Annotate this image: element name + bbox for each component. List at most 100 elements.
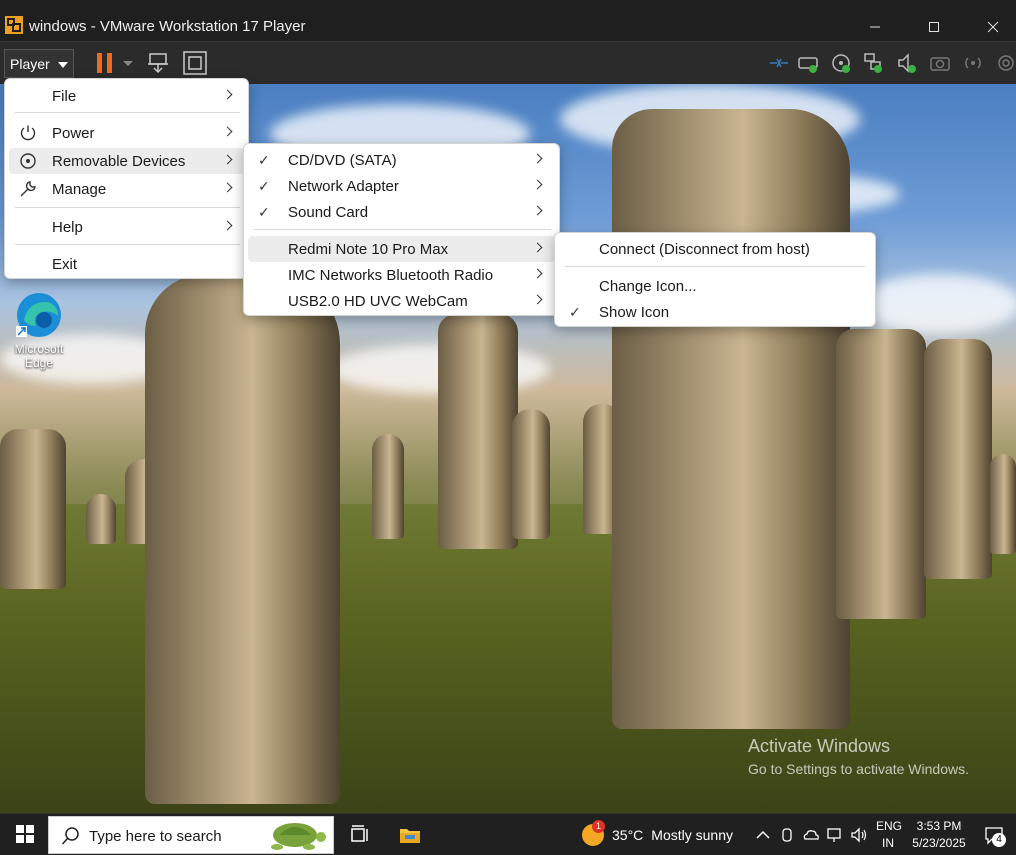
maximize-button[interactable] <box>906 12 961 41</box>
menu-item-label: USB2.0 HD UVC WebCam <box>288 292 468 310</box>
sun-icon: 1 <box>582 820 605 846</box>
window-title: windows - VMware Workstation 17 Player <box>29 18 306 35</box>
menu-separator <box>565 266 865 267</box>
checkmark-icon: ✓ <box>569 304 581 320</box>
weather-temperature: 35°C <box>612 827 644 843</box>
minimize-button[interactable] <box>847 12 902 41</box>
windows-start-icon[interactable] <box>15 824 35 844</box>
menu-item-removable-devices[interactable]: Removable Devices <box>9 148 245 174</box>
dropdown-icon[interactable] <box>122 52 134 74</box>
title-bar: windows - VMware Workstation 17 Player <box>0 0 1016 41</box>
menu-separator <box>254 229 551 230</box>
menu-item-bluetooth-radio[interactable]: IMC Networks Bluetooth Radio <box>248 262 556 288</box>
wireless-icon[interactable] <box>962 52 984 74</box>
menu-item-label: File <box>52 87 77 105</box>
menu-item-label: Removable Devices <box>52 152 186 170</box>
menu-item-cd-dvd[interactable]: ✓ CD/DVD (SATA) <box>248 147 556 173</box>
settings-icon[interactable] <box>995 52 1016 74</box>
edge-icon[interactable] <box>14 290 64 340</box>
minimize-icon <box>869 26 880 27</box>
close-button[interactable] <box>965 12 1016 41</box>
taskbar-search-box[interactable]: Type here to search <box>48 816 334 854</box>
menu-separator <box>15 207 240 208</box>
chevron-right-icon <box>222 126 233 137</box>
menu-item-show-icon[interactable]: ✓ Show Icon <box>559 299 872 325</box>
watermark-subtitle: Go to Settings to activate Windows. <box>748 761 969 777</box>
standing-stone <box>612 109 850 729</box>
chevron-right-icon <box>222 182 233 193</box>
menu-item-label: Manage <box>52 180 107 198</box>
menu-item-sound-card[interactable]: ✓ Sound Card <box>248 199 556 225</box>
weather-condition: Mostly sunny <box>651 827 733 843</box>
menu-item-redmi-note[interactable]: Redmi Note 10 Pro Max <box>248 236 556 262</box>
menu-item-power[interactable]: Power <box>9 120 245 146</box>
hard-disk-icon[interactable] <box>797 52 819 74</box>
checkmark-icon: ✓ <box>258 178 270 194</box>
network-icon[interactable] <box>768 52 790 74</box>
player-label: Player <box>10 55 50 72</box>
standing-stone <box>512 409 550 539</box>
network-tray-icon[interactable] <box>826 826 844 844</box>
menu-item-connect[interactable]: Connect (Disconnect from host) <box>559 236 872 262</box>
menu-item-label: Connect (Disconnect from host) <box>599 240 810 258</box>
chevron-right-icon <box>222 154 233 165</box>
edge-label-line2: Edge <box>24 356 54 370</box>
maximize-icon <box>928 21 939 32</box>
full-screen-icon[interactable] <box>182 50 208 76</box>
standing-stone <box>438 314 518 549</box>
edge-label-line1: Microsoft <box>14 342 64 356</box>
pause-icon[interactable] <box>94 52 116 74</box>
cloud <box>860 274 1016 334</box>
activation-watermark: Activate Windows Go to Settings to activ… <box>748 736 969 777</box>
player-menu-button[interactable]: Player <box>4 49 74 78</box>
lang-region: IN <box>882 836 894 850</box>
chevron-right-icon <box>532 179 543 190</box>
menu-item-help[interactable]: Help <box>9 214 245 240</box>
sound-icon[interactable] <box>896 52 918 74</box>
menu-item-label: IMC Networks Bluetooth Radio <box>288 266 494 284</box>
file-explorer-icon[interactable] <box>398 823 422 847</box>
volume-icon[interactable] <box>850 826 868 844</box>
cd-dvd-icon[interactable] <box>830 52 852 74</box>
menu-item-network-adapter[interactable]: ✓ Network Adapter <box>248 173 556 199</box>
menu-item-manage[interactable]: Manage <box>9 176 245 202</box>
notification-center-button[interactable]: 4 <box>984 826 1006 847</box>
task-view-icon[interactable] <box>348 823 372 847</box>
power-icon <box>20 125 36 141</box>
removable-devices-menu: ✓ CD/DVD (SATA) ✓ Network Adapter ✓ Soun… <box>243 143 560 316</box>
network-adapter-icon[interactable] <box>862 52 884 74</box>
close-icon <box>987 21 998 32</box>
menu-separator <box>15 244 240 245</box>
menu-item-file[interactable]: File <box>9 83 245 109</box>
removable-devices-icon <box>20 153 36 169</box>
menu-item-label: Exit <box>52 255 78 273</box>
menu-separator <box>15 112 240 113</box>
language-indicator[interactable]: ENG IN <box>876 818 902 852</box>
device-actions-menu: Connect (Disconnect from host) Change Ic… <box>554 232 876 327</box>
turtle-icon <box>271 823 326 850</box>
notification-count: 4 <box>992 833 1006 847</box>
menu-item-change-icon[interactable]: Change Icon... <box>559 273 872 299</box>
standing-stone <box>990 454 1016 554</box>
weather-widget[interactable]: 1 35°C Mostly sunny <box>582 820 733 846</box>
camera-icon[interactable] <box>929 52 951 74</box>
search-icon <box>61 827 79 845</box>
menu-item-exit[interactable]: Exit <box>9 251 245 277</box>
send-ctrl-alt-del-icon[interactable] <box>147 52 169 74</box>
meet-now-icon[interactable] <box>778 826 796 844</box>
onedrive-icon[interactable] <box>802 826 820 844</box>
menu-item-webcam[interactable]: USB2.0 HD UVC WebCam <box>248 288 556 314</box>
player-menu: File Power Removable Devices Manage Help… <box>4 78 249 279</box>
clock-time: 3:53 PM <box>916 819 962 833</box>
checkmark-icon: ✓ <box>258 152 270 168</box>
menu-item-label: Show Icon <box>599 303 670 321</box>
menu-item-label: Redmi Note 10 Pro Max <box>288 240 449 258</box>
chevron-up-icon[interactable] <box>754 826 772 844</box>
chevron-right-icon <box>532 205 543 216</box>
clock[interactable]: 3:53 PM 5/23/2025 <box>908 818 970 852</box>
standing-stone <box>0 429 66 589</box>
desktop-icon-label[interactable]: Microsoft Edge <box>6 342 72 370</box>
search-placeholder: Type here to search <box>89 828 222 845</box>
chevron-right-icon <box>532 153 543 164</box>
standing-stone <box>372 434 404 539</box>
